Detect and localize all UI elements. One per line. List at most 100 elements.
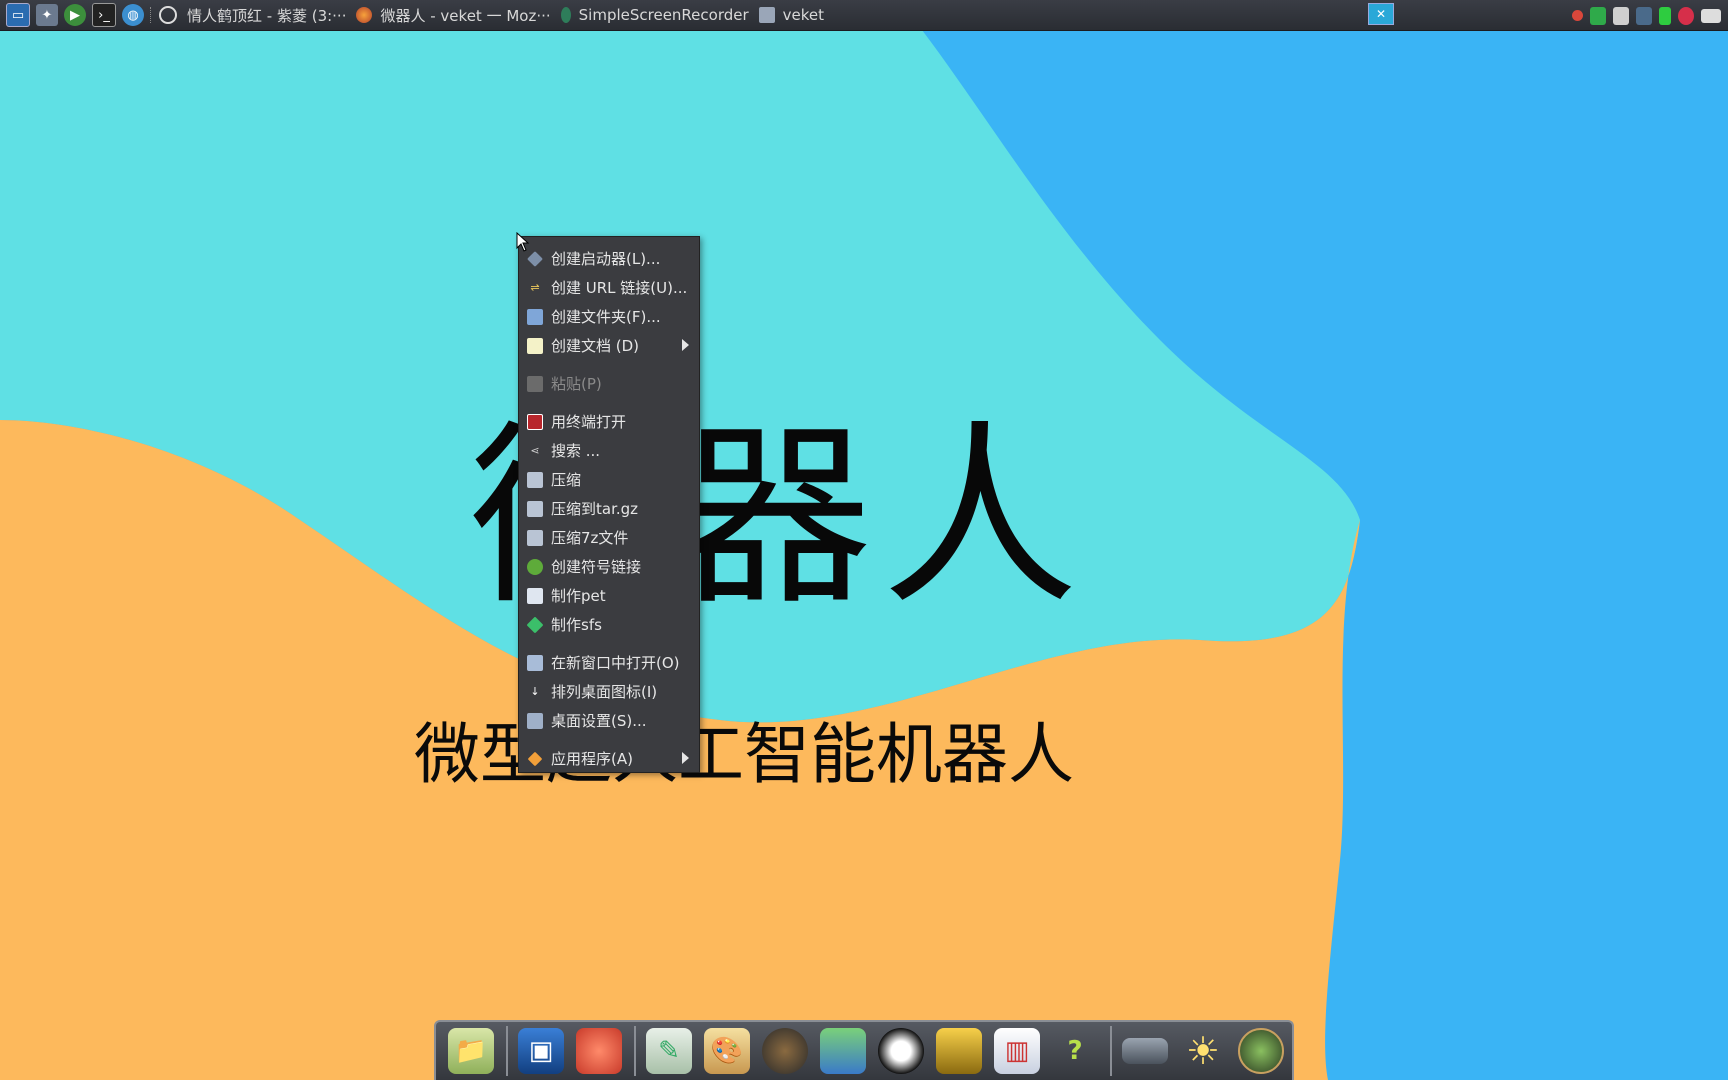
- menu-item-label: 桌面设置(S)...: [551, 712, 647, 730]
- menu-paste: 粘贴(P): [519, 369, 699, 398]
- symlink-icon: [527, 558, 543, 575]
- menu-create-folder[interactable]: 创建文件夹(F)...: [519, 302, 699, 331]
- task-label: veket: [782, 6, 825, 24]
- menu-arrange-icons[interactable]: ↓ 排列桌面图标(I): [519, 677, 699, 706]
- penguin-icon[interactable]: [878, 1028, 924, 1074]
- desktop-context-menu: 创建启动器(L)... ⇌ 创建 URL 链接(U)... 创建文件夹(F)..…: [518, 236, 700, 773]
- document-icon: [527, 337, 543, 354]
- menu-compress-7z[interactable]: 压缩7z文件: [519, 523, 699, 552]
- menu-item-label: 压缩到tar.gz: [551, 500, 639, 518]
- menu-open-new-window[interactable]: 在新窗口中打开(O): [519, 648, 699, 677]
- desktop-subtitle: 微型超人工智能机器人: [414, 716, 1074, 793]
- system-monitor-icon[interactable]: ▭: [6, 3, 30, 27]
- tools-icon[interactable]: ✦: [36, 4, 58, 26]
- task-label: 情人鹤顶红 - 紫菱 (3:···: [187, 6, 347, 25]
- monitor-icon[interactable]: ▣: [518, 1028, 564, 1074]
- dock-separator: [506, 1026, 508, 1076]
- sort-icon: ↓: [530, 685, 540, 698]
- menu-item-label: 创建符号链接: [551, 558, 642, 576]
- menu-item-label: 压缩7z文件: [551, 529, 629, 547]
- globe-icon[interactable]: ◍: [122, 4, 144, 26]
- taskbar-separator: [150, 7, 153, 23]
- network-icon[interactable]: [1636, 6, 1652, 25]
- menu-separator: [519, 639, 699, 648]
- archive-icon: [527, 471, 543, 488]
- sfs-icon: [526, 616, 544, 633]
- tomato-icon[interactable]: [1572, 10, 1583, 21]
- menu-item-label: 创建 URL 链接(U)...: [551, 279, 688, 297]
- window-icon: [527, 654, 543, 671]
- menu-item-label: 创建文件夹(F)...: [551, 308, 661, 326]
- menu-item-label: 粘贴(P): [551, 375, 602, 393]
- menu-separator: [519, 360, 699, 369]
- book-icon[interactable]: [936, 1028, 982, 1074]
- menu-create-symlink[interactable]: 创建符号链接: [519, 552, 699, 581]
- menu-item-label: 搜索 ...: [551, 442, 601, 460]
- search-icon: ⋖: [530, 444, 540, 457]
- terminal-icon: [527, 413, 543, 430]
- menu-make-sfs[interactable]: 制作sfs: [519, 610, 699, 639]
- menu-item-label: 排列桌面图标(I): [551, 683, 658, 701]
- recorder-icon: [560, 7, 571, 23]
- firefox-icon: [356, 7, 373, 23]
- menu-separator: [519, 735, 699, 744]
- record-status-icon[interactable]: [1678, 6, 1694, 25]
- editor-icon[interactable]: ✎: [646, 1028, 692, 1074]
- help-icon[interactable]: ?: [1052, 1028, 1098, 1074]
- terminal-icon[interactable]: ›_: [92, 3, 116, 27]
- mascot-icon[interactable]: [576, 1028, 622, 1074]
- dock-separator: [1110, 1026, 1112, 1076]
- folder-icon: [527, 308, 543, 325]
- menu-desktop-settings[interactable]: 桌面设置(S)...: [519, 706, 699, 735]
- file-manager-icon[interactable]: 📁: [448, 1028, 494, 1074]
- paint-icon[interactable]: 🎨: [704, 1028, 750, 1074]
- menu-item-label: 创建启动器(L)...: [551, 250, 661, 268]
- menu-item-label: 用终端打开: [551, 413, 627, 431]
- menu-item-label: 制作sfs: [551, 616, 602, 634]
- menu-open-terminal[interactable]: 用终端打开: [519, 407, 699, 436]
- mouse-cursor-icon: [516, 232, 530, 252]
- menu-create-document[interactable]: 创建文档 (D): [519, 331, 699, 360]
- task-music[interactable]: 情人鹤顶红 - 紫菱 (3:···: [187, 5, 346, 26]
- launcher-icon: [527, 250, 543, 267]
- desktop-settings-icon: [527, 712, 543, 729]
- menu-item-label: 创建文档 (D): [551, 337, 640, 355]
- bottom-dock: 📁 ▣ ✎ 🎨 ▥ ? ☀: [434, 1020, 1294, 1080]
- task-firefox[interactable]: 微器人 - veket 一 Moz···: [356, 5, 551, 26]
- browser-icon[interactable]: [1238, 1028, 1284, 1074]
- dock-separator: [634, 1026, 636, 1076]
- speaker-icon[interactable]: [762, 1028, 808, 1074]
- archive-icon: [527, 500, 543, 517]
- menu-compress-targz[interactable]: 压缩到tar.gz: [519, 494, 699, 523]
- task-screen-recorder[interactable]: SimpleScreenRecorder: [560, 6, 749, 24]
- applications-icon: [527, 751, 543, 766]
- record-icon[interactable]: [159, 6, 177, 24]
- play-icon[interactable]: ▶: [64, 4, 86, 26]
- menu-make-pet[interactable]: 制作pet: [519, 581, 699, 610]
- menu-create-url-link[interactable]: ⇌ 创建 URL 链接(U)...: [519, 273, 699, 302]
- menu-item-label: 制作pet: [551, 587, 606, 605]
- task-veket-folder[interactable]: veket: [758, 6, 825, 24]
- submenu-arrow-icon: [682, 339, 689, 351]
- menu-item-label: 在新窗口中打开(O): [551, 654, 680, 672]
- keyboard-icon[interactable]: [1701, 8, 1721, 23]
- submenu-arrow-icon: [682, 752, 689, 764]
- shield-icon[interactable]: [1590, 6, 1606, 25]
- menu-applications[interactable]: 应用程序(A): [519, 744, 699, 773]
- menu-compress[interactable]: 压缩: [519, 465, 699, 494]
- clipboard-icon[interactable]: [1613, 6, 1629, 25]
- sun-icon[interactable]: ☀: [1180, 1028, 1226, 1074]
- paste-icon: [527, 375, 543, 392]
- menu-separator: [519, 398, 699, 407]
- top-taskbar: ▭ ✦ ▶ ›_ ◍ 情人鹤顶红 - 紫菱 (3:··· 微器人 - veket…: [0, 0, 1728, 31]
- chart-icon[interactable]: ▥: [994, 1028, 1040, 1074]
- package-icon: [527, 587, 543, 604]
- archive-icon: [527, 529, 543, 546]
- menu-search[interactable]: ⋖ 搜索 ...: [519, 436, 699, 465]
- menu-create-launcher[interactable]: 创建启动器(L)...: [519, 244, 699, 273]
- task-label: SimpleScreenRecorder: [578, 6, 749, 24]
- network-icon[interactable]: [820, 1028, 866, 1074]
- battery-icon[interactable]: [1659, 6, 1671, 25]
- drive-icon[interactable]: [1122, 1038, 1168, 1064]
- desktop-switcher-icon[interactable]: ✕: [1368, 3, 1394, 25]
